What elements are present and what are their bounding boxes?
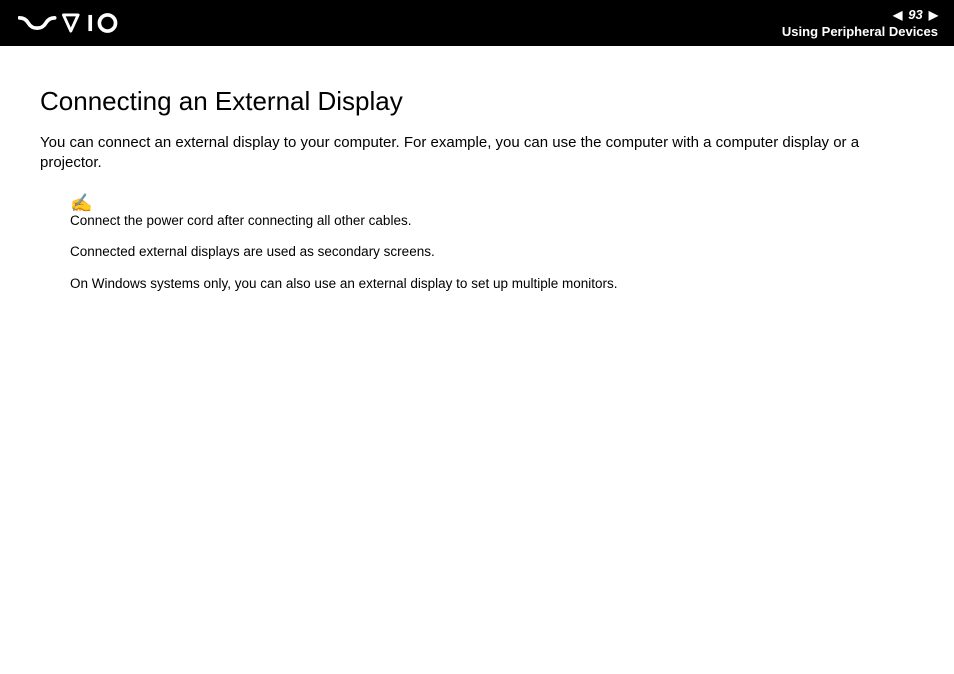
vaio-logo-svg [18, 12, 135, 34]
content-area: Connecting an External Display You can c… [0, 46, 954, 292]
header-bar: ◀ 93 ▶ Using Peripheral Devices [0, 0, 954, 46]
intro-paragraph: You can connect an external display to y… [40, 133, 914, 174]
note-line-2: Connected external displays are used as … [70, 243, 914, 261]
note-block: ✍ Connect the power cord after connectin… [70, 194, 914, 293]
next-page-arrow[interactable]: ▶ [929, 9, 938, 21]
section-title: Using Peripheral Devices [782, 24, 938, 39]
note-icon: ✍ [70, 194, 914, 212]
page-nav: ◀ 93 ▶ [893, 7, 938, 22]
page-title: Connecting an External Display [40, 86, 914, 117]
page-number: 93 [908, 7, 922, 22]
note-line-1: Connect the power cord after connecting … [70, 212, 914, 230]
vaio-logo [18, 12, 135, 34]
header-right: ◀ 93 ▶ Using Peripheral Devices [782, 7, 938, 39]
prev-page-arrow[interactable]: ◀ [893, 9, 902, 21]
note-line-3: On Windows systems only, you can also us… [70, 275, 914, 293]
